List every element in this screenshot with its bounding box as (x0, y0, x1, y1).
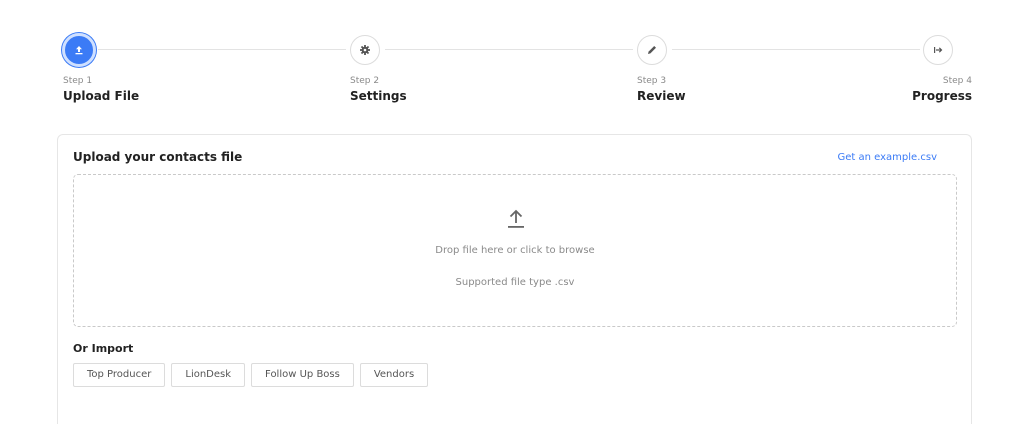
upload-card: Upload your contacts file Get an example… (57, 134, 972, 424)
step-3-meta: Step 3 Review (637, 75, 686, 104)
step-title: Settings (350, 89, 407, 103)
step-title: Review (637, 89, 686, 103)
upload-icon (73, 44, 85, 56)
step-2-meta: Step 2 Settings (350, 75, 407, 104)
gear-icon (359, 44, 371, 56)
step-4-meta: Step 4 Progress (912, 75, 972, 104)
step-number: Step 3 (637, 76, 667, 86)
import-contacts-page: Step 1 Upload File Step 2 Settings Step … (0, 0, 1020, 430)
step-connector (672, 49, 920, 50)
step-1-meta: Step 1 Upload File (63, 75, 139, 104)
step-title: Progress (912, 89, 972, 103)
import-vendors-button[interactable]: Vendors (359, 363, 429, 387)
pencil-icon (646, 44, 658, 56)
step-4-circle[interactable] (923, 35, 953, 65)
import-follow-up-boss-button[interactable]: Follow Up Boss (251, 363, 354, 387)
drop-instructions: Drop file here or click to browse (435, 245, 595, 256)
import-options: Top Producer LionDesk Follow Up Boss Ven… (73, 363, 429, 387)
upload-arrow-icon (507, 209, 525, 233)
import-liondesk-button[interactable]: LionDesk (171, 363, 246, 387)
stepper: Step 1 Upload File Step 2 Settings Step … (0, 0, 1020, 120)
import-top-producer-button[interactable]: Top Producer (73, 363, 166, 387)
step-number: Step 1 (63, 76, 93, 86)
step-1-circle[interactable] (62, 33, 96, 67)
import-heading: Or Import (73, 342, 134, 355)
step-title: Upload File (63, 89, 140, 103)
step-3-circle[interactable] (637, 35, 667, 65)
step-2-circle[interactable] (350, 35, 380, 65)
file-dropzone[interactable]: Drop file here or click to browse Suppor… (73, 174, 957, 327)
step-number: Step 2 (350, 76, 380, 86)
example-csv-link[interactable]: Get an example.csv (838, 152, 938, 163)
upload-title: Upload your contacts file (73, 150, 243, 164)
arrow-to-right-icon (932, 44, 944, 56)
supported-file-type: Supported file type .csv (455, 277, 575, 288)
step-number: Step 4 (942, 76, 972, 86)
step-connector (98, 49, 346, 50)
step-connector (385, 49, 633, 50)
